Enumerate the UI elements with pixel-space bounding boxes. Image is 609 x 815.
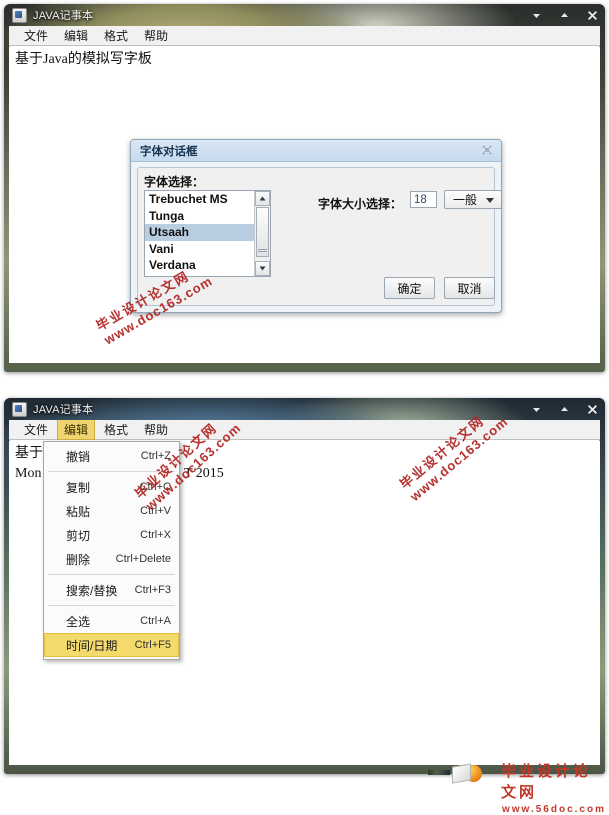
menu-item-label: 搜索/替换 <box>66 583 118 598</box>
list-item[interactable]: Verdana <box>145 257 270 274</box>
book-icon <box>452 763 471 784</box>
font-list-scrollbar[interactable] <box>254 191 270 276</box>
window1-title: JAVA记事本 <box>33 10 94 22</box>
logo-text-cn: 毕业设计论文网 <box>501 763 592 801</box>
maximize-icon[interactable] <box>557 8 571 22</box>
window2-title: JAVA记事本 <box>33 404 94 416</box>
menu-item-accel: Ctrl+Z <box>140 450 171 462</box>
maximize-icon[interactable] <box>557 402 571 416</box>
menu-separator <box>48 471 175 472</box>
app-icon <box>12 7 27 23</box>
font-size-input[interactable]: 18 <box>410 191 437 208</box>
menu-item-select-all[interactable]: 全选 Ctrl+A <box>44 609 179 633</box>
ok-button[interactable]: 确定 <box>384 277 435 299</box>
menu-help[interactable]: 帮助 <box>137 420 175 440</box>
minimize-icon[interactable] <box>529 8 543 22</box>
scrollbar-grip <box>258 249 267 253</box>
menu-item-label: 粘贴 <box>66 504 91 519</box>
menu-item-accel: Ctrl+Delete <box>115 553 171 565</box>
font-dialog-titlebar[interactable]: 字体对话框 <box>131 140 501 162</box>
menu-separator <box>48 574 175 575</box>
app-icon <box>12 401 27 417</box>
menu-file[interactable]: 文件 <box>17 26 55 46</box>
scroll-up-icon[interactable] <box>255 191 270 206</box>
menu-item-undo[interactable]: 撤销 Ctrl+Z <box>44 444 179 468</box>
menu-format[interactable]: 格式 <box>97 420 135 440</box>
dialog-close-icon[interactable] <box>481 144 493 156</box>
list-item[interactable]: Trebuchet MS <box>145 191 270 208</box>
menu-item-label: 剪切 <box>66 528 91 543</box>
menu-item-time-date[interactable]: 时间/日期 Ctrl+F5 <box>44 633 179 657</box>
menu-edit[interactable]: 编辑 <box>57 420 96 440</box>
scroll-down-icon[interactable] <box>255 261 270 276</box>
menu-item-label: 时间/日期 <box>66 638 118 653</box>
list-item[interactable]: Tunga <box>145 208 270 225</box>
menu-item-label: 复制 <box>66 480 91 495</box>
close-icon[interactable] <box>585 8 599 22</box>
minimize-icon[interactable] <box>529 402 543 416</box>
menu-separator <box>48 605 175 606</box>
font-dialog-body: 字体选择： Trebuchet MS Tunga Utsaah Vani Ver… <box>137 167 501 306</box>
logo-text-en: www.56doc.com <box>502 804 606 815</box>
logo-bar <box>428 770 450 775</box>
close-icon[interactable] <box>585 402 599 416</box>
menu-item-accel: Ctrl+F5 <box>134 639 171 651</box>
font-size-label: 字体大小选择： <box>318 197 403 211</box>
menu-file[interactable]: 文件 <box>17 420 55 440</box>
window2-menubar[interactable]: 文件 编辑 格式 帮助 <box>9 420 600 440</box>
menu-item-search-replace[interactable]: 搜索/替换 Ctrl+F3 <box>44 578 179 602</box>
site-logo: 毕业设计论文网 www.56doc.com <box>428 756 606 815</box>
textarea-line: 基于Java的模拟写字板 <box>15 52 152 67</box>
menu-help[interactable]: 帮助 <box>137 26 175 46</box>
menu-item-accel: Ctrl+X <box>140 529 171 541</box>
menu-item-cut[interactable]: 剪切 Ctrl+X <box>44 523 179 547</box>
font-style-value: 一般 <box>453 193 478 207</box>
window1-controls[interactable] <box>529 4 599 26</box>
chevron-down-icon <box>486 197 494 203</box>
font-dialog[interactable]: 字体对话框 字体选择： Trebuchet MS Tunga Utsaah Va… <box>130 139 502 313</box>
font-style-dropdown[interactable]: 一般 <box>444 190 501 209</box>
menu-item-paste[interactable]: 粘贴 Ctrl+V <box>44 499 179 523</box>
edit-dropdown-menu[interactable]: 撤销 Ctrl+Z 复制 Ctrl+C 粘贴 Ctrl+V 剪切 Ctrl+X … <box>43 441 180 660</box>
window2-titlebar[interactable]: JAVA记事本 <box>4 398 605 420</box>
textarea-line-date-tail: T 2015 <box>184 466 224 481</box>
window1-titlebar[interactable]: JAVA记事本 <box>4 4 605 26</box>
list-item[interactable]: Vani <box>145 241 270 258</box>
list-item[interactable]: Utsaah <box>145 224 270 241</box>
font-select-label: 字体选择： <box>144 175 205 189</box>
menu-item-label: 撤销 <box>66 449 91 464</box>
menu-item-label: 删除 <box>66 552 91 567</box>
menu-item-accel: Ctrl+V <box>140 505 171 517</box>
window2-controls[interactable] <box>529 398 599 420</box>
menu-item-label: 全选 <box>66 614 91 629</box>
menu-format[interactable]: 格式 <box>97 26 135 46</box>
menu-item-accel: Ctrl+A <box>140 615 171 627</box>
menu-item-copy[interactable]: 复制 Ctrl+C <box>44 475 179 499</box>
menu-item-accel: Ctrl+F3 <box>134 584 171 596</box>
cancel-button[interactable]: 取消 <box>444 277 495 299</box>
font-dialog-title: 字体对话框 <box>140 145 198 158</box>
font-list[interactable]: Trebuchet MS Tunga Utsaah Vani Verdana <box>144 190 271 277</box>
screenshot-root: JAVA记事本 文件 编辑 格式 帮助 基于Java的模拟写字板 字体对话框 字… <box>0 0 609 815</box>
menu-item-delete[interactable]: 删除 Ctrl+Delete <box>44 547 179 571</box>
menu-item-accel: Ctrl+C <box>139 481 171 493</box>
menu-edit[interactable]: 编辑 <box>57 26 95 46</box>
window1-menubar[interactable]: 文件 编辑 格式 帮助 <box>9 26 600 46</box>
